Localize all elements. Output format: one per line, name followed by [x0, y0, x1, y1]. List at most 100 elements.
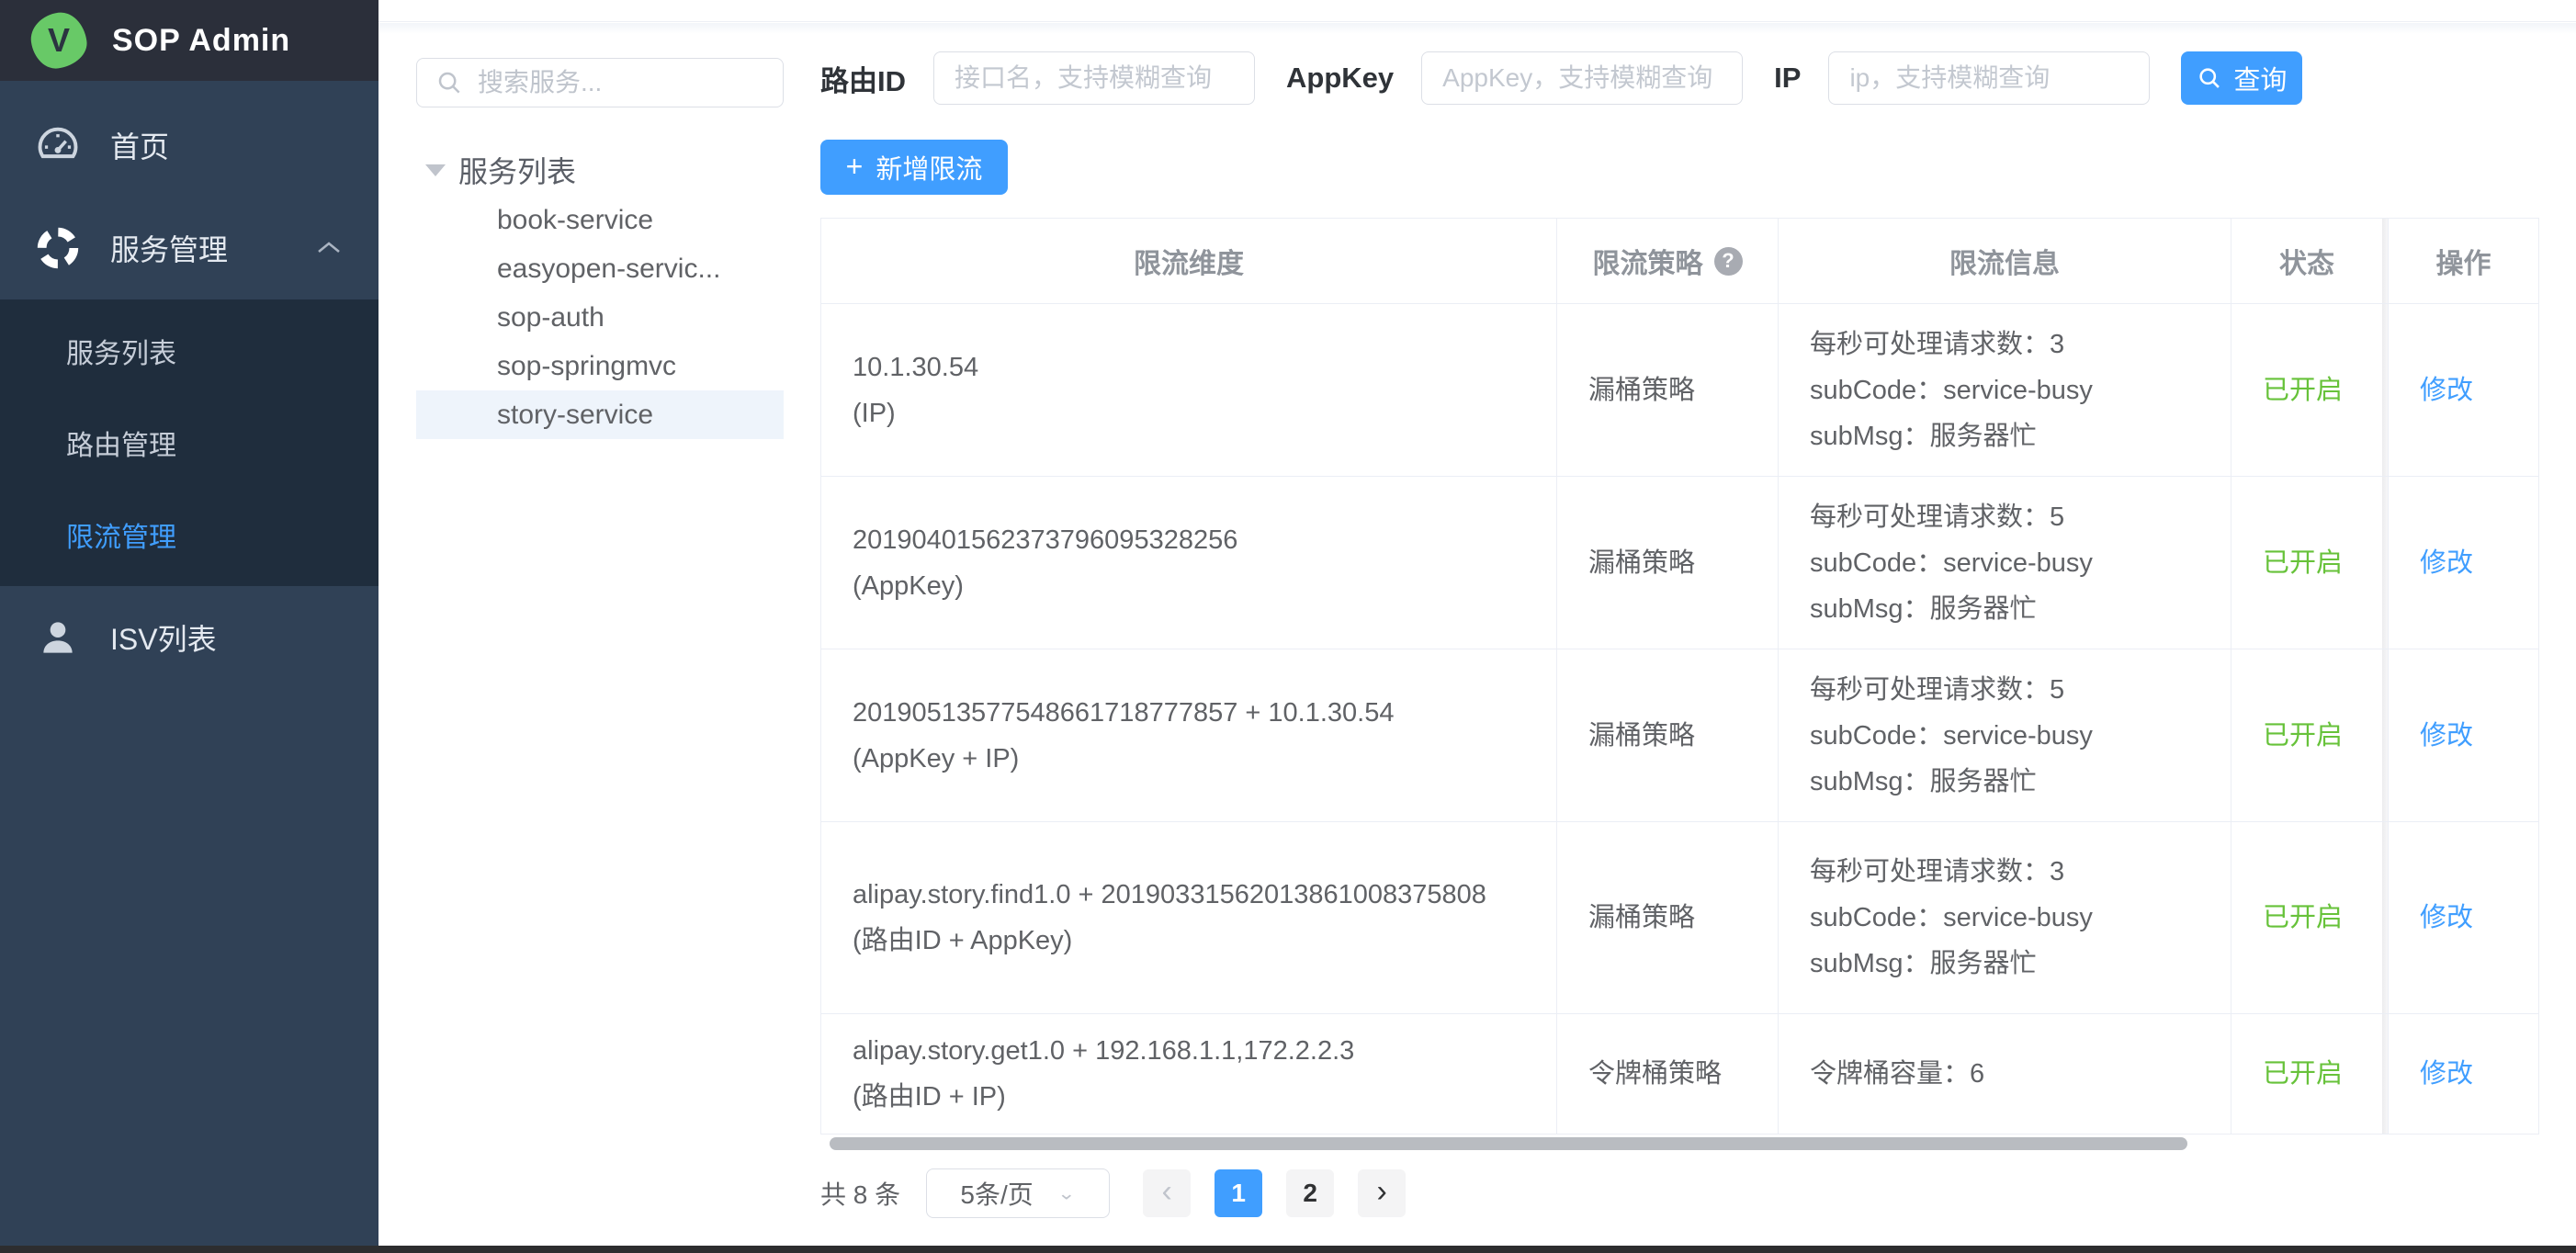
sidebar-item-limit-manage[interactable]: 限流管理 — [0, 489, 378, 581]
sidebar-item-route-manage[interactable]: 路由管理 — [0, 397, 378, 489]
row-dimension-type: (AppKey) — [853, 563, 1525, 609]
search-icon — [2197, 65, 2222, 91]
col-header-dimension: 限流维度 — [821, 219, 1557, 303]
appkey-input[interactable] — [1421, 51, 1743, 105]
app-logo-row: V SOP Admin — [0, 0, 378, 81]
row-info-line: subMsg：服务器忙 — [1810, 941, 2199, 987]
col-header-strategy: 限流策略 ? — [1557, 219, 1779, 303]
row-dimension-type: (路由ID + IP) — [853, 1074, 1525, 1120]
row-strategy: 漏桶策略 — [1588, 367, 1746, 413]
row-info-line: subCode：service-busy — [1810, 540, 2199, 586]
tree-root-label: 服务列表 — [458, 149, 576, 191]
tree-root-node[interactable]: 服务列表 — [416, 147, 784, 193]
row-dimension: alipay.story.find1.0 + 20190331562013861… — [853, 872, 1525, 918]
edit-link[interactable]: 修改 — [2420, 895, 2507, 941]
add-limit-button[interactable]: + 新增限流 — [820, 140, 1008, 195]
tree-node-sop-springmvc[interactable]: sop-springmvc — [416, 342, 784, 390]
route-id-label: 路由ID — [820, 58, 906, 99]
edit-link[interactable]: 修改 — [2420, 540, 2507, 586]
search-button-label: 查询 — [2233, 59, 2287, 97]
col-header-status: 状态 — [2231, 219, 2382, 303]
row-dimension: 20190401562373796095328256 — [853, 517, 1525, 563]
table-row: 10.1.30.54(IP) 漏桶策略 每秒可处理请求数：3subCode：se… — [821, 304, 2538, 477]
filter-bar: 路由ID AppKey IP 查询 — [820, 51, 2302, 105]
tree-children: book-service easyopen-servic... sop-auth… — [416, 196, 784, 439]
status-badge: 已开启 — [2263, 713, 2351, 759]
edit-link[interactable]: 修改 — [2420, 367, 2507, 413]
status-badge: 已开启 — [2263, 367, 2351, 413]
app-title: SOP Admin — [112, 23, 290, 59]
table-row: alipay.story.find1.0 + 20190331562013861… — [821, 822, 2538, 1014]
chevron-up-icon — [316, 240, 342, 256]
row-dimension-type: (路由ID + AppKey) — [853, 918, 1525, 964]
page-button-2[interactable]: 2 — [1286, 1169, 1334, 1217]
table-horizontal-scrollbar — [822, 1136, 2537, 1151]
tree-node-book-service[interactable]: book-service — [416, 196, 784, 244]
row-info-line: 每秒可处理请求数：5 — [1810, 667, 2199, 713]
add-limit-button-label: 新增限流 — [876, 148, 982, 186]
page-size-select[interactable]: 5条/页 ⌄ — [926, 1168, 1110, 1218]
sidebar-item-isv-label: ISV列表 — [110, 616, 217, 659]
row-info-line: subCode：service-busy — [1810, 367, 2199, 413]
col-header-action: 操作 — [2388, 219, 2538, 303]
sidebar-item-isv[interactable]: ISV列表 — [0, 586, 378, 689]
row-dimension: 20190513577548661718777857 + 10.1.30.54 — [853, 690, 1525, 736]
row-dimension: 10.1.30.54 — [853, 344, 1525, 390]
pagination-total: 共 8 条 — [820, 1175, 900, 1212]
row-info-line: subMsg：服务器忙 — [1810, 413, 2199, 459]
row-info-line: subMsg：服务器忙 — [1810, 586, 2199, 632]
tree-node-easyopen-service[interactable]: easyopen-servic... — [416, 244, 784, 293]
dashboard-icon — [31, 119, 85, 172]
pagination: 共 8 条 5条/页 ⌄ ‹ 1 2 › — [820, 1168, 1429, 1218]
table-header-row: 限流维度 限流策略 ? 限流信息 状态 操作 — [821, 219, 2538, 304]
sidebar-item-home-label: 首页 — [110, 124, 169, 166]
ip-label: IP — [1774, 62, 1801, 95]
help-icon[interactable]: ? — [1714, 247, 1743, 276]
sidebar-item-home[interactable]: 首页 — [0, 94, 378, 197]
ip-input[interactable] — [1828, 51, 2150, 105]
limit-table: 限流维度 限流策略 ? 限流信息 状态 操作 10.1.30.54(IP) 漏桶… — [820, 218, 2539, 1134]
tree-node-sop-auth[interactable]: sop-auth — [416, 293, 784, 342]
user-icon — [31, 611, 85, 664]
next-page-button[interactable]: › — [1358, 1169, 1406, 1217]
status-badge: 已开启 — [2263, 540, 2351, 586]
page-button-1[interactable]: 1 — [1215, 1169, 1262, 1217]
edit-link[interactable]: 修改 — [2420, 1051, 2507, 1097]
dock-edge — [0, 1246, 2576, 1253]
topbar-shadow — [378, 23, 2576, 34]
service-search-box — [416, 58, 784, 107]
page-size-value: 5条/页 — [960, 1175, 1033, 1212]
sidebar-item-service-group[interactable]: 服务管理 — [0, 197, 378, 299]
sidebar: V SOP Admin 首页 服务管理 服务列表 路由管理 — [0, 0, 378, 1253]
sidebar-item-service-list[interactable]: 服务列表 — [0, 305, 378, 397]
tree-node-story-service[interactable]: story-service — [416, 390, 784, 439]
sidebar-submenu: 服务列表 路由管理 限流管理 — [0, 299, 378, 586]
plus-icon: + — [846, 152, 864, 181]
status-badge: 已开启 — [2263, 895, 2351, 941]
row-strategy: 漏桶策略 — [1588, 540, 1746, 586]
route-id-input[interactable] — [933, 51, 1255, 105]
table-row: 20190513577548661718777857 + 10.1.30.54(… — [821, 649, 2538, 822]
row-info-line: 每秒可处理请求数：3 — [1810, 322, 2199, 367]
chevron-down-icon: ⌄ — [1057, 1182, 1076, 1203]
row-info-line: subCode：service-busy — [1810, 713, 2199, 759]
table-row: alipay.story.get1.0 + 192.168.1.1,172.2.… — [821, 1014, 2538, 1134]
service-search-input[interactable] — [478, 68, 772, 97]
row-dimension: alipay.story.get1.0 + 192.168.1.1,172.2.… — [853, 1028, 1525, 1074]
row-strategy: 令牌桶策略 — [1588, 1051, 1746, 1097]
app-root: V SOP Admin 首页 服务管理 服务列表 路由管理 — [0, 0, 2576, 1253]
status-badge: 已开启 — [2263, 1051, 2351, 1097]
row-info-line: 每秒可处理请求数：3 — [1810, 849, 2199, 895]
col-header-info: 限流信息 — [1779, 219, 2231, 303]
prev-page-button[interactable]: ‹ — [1143, 1169, 1191, 1217]
row-info-line: subCode：service-busy — [1810, 895, 2199, 941]
row-dimension-type: (AppKey + IP) — [853, 736, 1525, 782]
row-strategy: 漏桶策略 — [1588, 713, 1746, 759]
scrollbar-thumb[interactable] — [830, 1137, 2187, 1150]
topbar — [378, 0, 2576, 22]
sidebar-menu: 首页 服务管理 服务列表 路由管理 限流管理 ISV列表 — [0, 81, 378, 689]
service-icon — [31, 221, 85, 275]
edit-link[interactable]: 修改 — [2420, 713, 2507, 759]
search-button[interactable]: 查询 — [2181, 51, 2302, 105]
caret-down-icon[interactable] — [425, 164, 446, 176]
